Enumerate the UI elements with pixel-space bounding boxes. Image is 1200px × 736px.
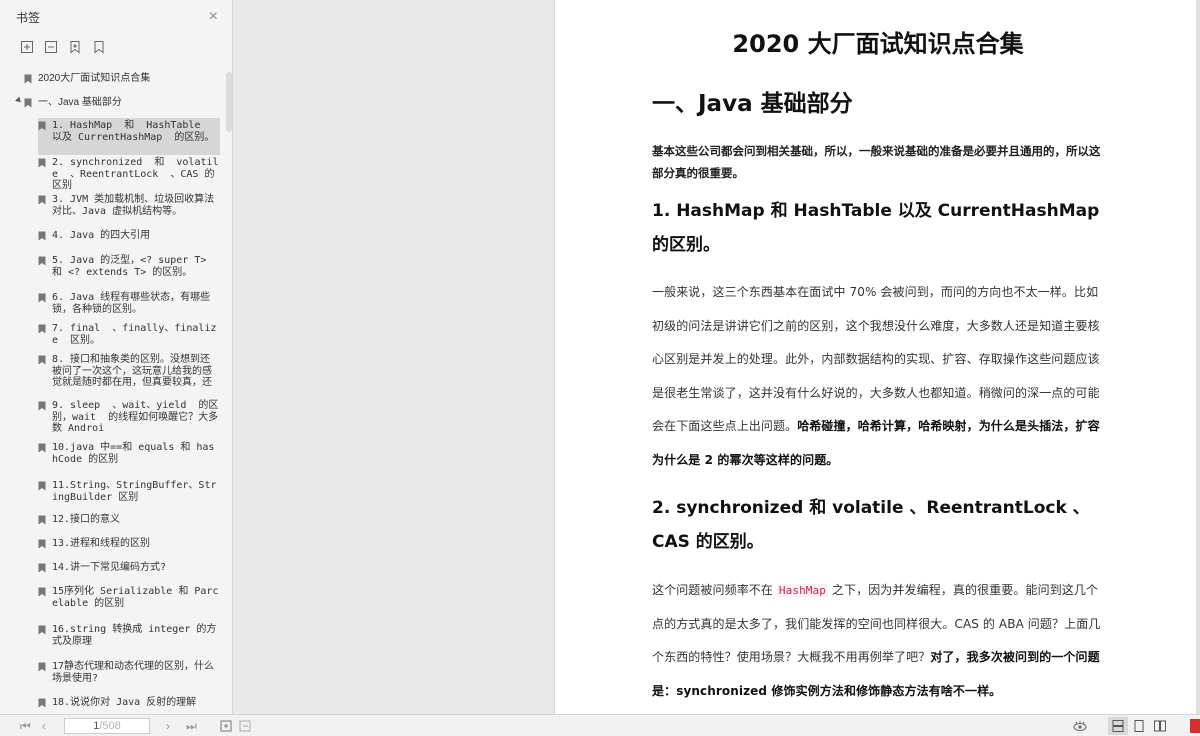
bookmark-panel: 书签 × 2020大厂面试知识点合集 一、Java 基础部分 1. HashMa… [0,0,233,714]
bookmark-icon [38,293,46,303]
continuous-view-button[interactable] [1129,717,1149,735]
collapse-icon[interactable] [44,40,58,54]
bookmark-icon [38,662,46,672]
bookmark-item-child[interactable]: 11.String、StringBuffer、StringBuilder 区别 [38,480,220,503]
bookmark-item-section[interactable]: 一、Java 基础部分 [24,97,122,109]
bookmark-icon [38,481,46,491]
section-heading: 一、Java 基础部分 [652,91,853,117]
status-bar: ⏮ ‹ 1/508 › ⏭ [0,714,1200,736]
bookmark-icon [38,401,46,411]
inline-code: HashMap [776,584,828,597]
single-page-view-button[interactable] [1108,717,1128,735]
bookmark-icon [38,324,46,334]
bookmark-item-child[interactable]: 6. Java 线程有哪些状态，有哪些锁，各种锁的区别。 [38,292,220,315]
bookmark-panel-title: 书签 [16,10,41,25]
bookmark-item-child[interactable]: 1. HashMap 和 HashTable 以及 CurrentHashMap… [38,118,220,155]
bookmark-icon [38,563,46,573]
document-page: 2020 大厂面试知识点合集 一、Java 基础部分 基本这些公司都会问到相关基… [554,0,1200,714]
bookmark-icon [38,355,46,365]
bookmark-item-child[interactable]: 5. Java 的泛型，<? super T> 和 <? extends T> … [38,255,220,278]
page-title: 2020 大厂面试知识点合集 [732,30,1024,58]
page-scrollbar[interactable] [1196,0,1200,714]
bookmark-item-child[interactable]: 9. sleep 、wait、yield 的区别，wait 的线程如何唤醒它？大… [38,400,220,435]
bookmark-item-child[interactable]: 15序列化 Serializable 和 Parcelable 的区别 [38,586,220,609]
bookmark-item-child[interactable]: 13.进程和线程的区别 [38,538,220,550]
bookmark-icon [24,74,32,84]
bookmark-icon [38,121,46,131]
bookmark-icon [38,256,46,266]
expand-icon[interactable] [20,40,34,54]
page-number-input[interactable]: 1/508 [64,718,150,734]
bookmark-item-child[interactable]: 14.讲一下常见编码方式? [38,562,220,574]
export-icon[interactable] [238,719,252,733]
bookmark-item-root[interactable]: 2020大厂面试知识点合集 [24,73,150,85]
bookmark-scrollbar[interactable] [226,72,232,132]
intro-paragraph: 基本这些公司都会问到相关基础，所以，一般来说基础的准备是必要并且通用的，所以这部… [652,144,1101,180]
question-answer-2: 这个问题被问频率不在 HashMap 之下，因为并发编程，真的很重要。能问到这几… [652,583,1101,698]
bookmark-icon [38,698,46,708]
bookmark-item-child[interactable]: 2. synchronized 和 volatile 、ReentrantLoc… [38,157,220,192]
app-logo-icon [1190,719,1200,733]
add-bookmark-icon[interactable] [68,40,82,54]
page-icon [1134,720,1144,732]
question-heading-2: 2. synchronized 和 volatile 、ReentrantLoc… [652,498,1090,552]
first-page-button[interactable]: ⏮ [20,719,31,733]
bookmark-icon[interactable] [92,40,106,54]
rotate-icon[interactable] [219,719,233,733]
bookmark-tree: 2020大厂面试知识点合集 一、Java 基础部分 1. HashMap 和 H… [0,68,226,714]
single-page-icon [1112,720,1124,732]
bookmark-icon [38,625,46,635]
question-answer-1: 一般来说，这三个东西基本在面试中 70% 会被问到，而问的方向也不太一样。比如初… [652,285,1100,467]
close-icon[interactable]: × [209,9,218,25]
bookmark-icon [38,158,46,168]
two-page-view-button[interactable] [1150,717,1170,735]
bookmark-item-child[interactable]: 16.string 转换成 integer 的方式及原理 [38,624,220,647]
bookmark-item-child[interactable]: 18.说说你对 Java 反射的理解 [38,697,220,709]
book-icon [1154,720,1166,732]
bookmark-icon [38,515,46,525]
bookmark-icon [38,587,46,597]
bookmark-icon [38,231,46,241]
last-page-button[interactable]: ⏭ [186,719,197,733]
bookmark-item-child[interactable]: 7. final 、finally、finalize 区别。 [38,323,220,346]
bookmark-icon [38,195,46,205]
bookmark-item-child[interactable]: 8. 接口和抽象类的区别。没想到还被问了一次这个，这玩意儿给我的感觉就是随时都在… [38,354,220,389]
bookmark-panel-header: 书签 × [0,0,232,34]
question-heading-1: 1. HashMap 和 HashTable 以及 CurrentHashMap… [652,201,1100,255]
bookmark-item-child[interactable]: 10.java 中==和 equals 和 hashCode 的区别 [38,442,220,465]
bookmark-icon [38,443,46,453]
next-page-button[interactable]: › [166,719,170,733]
document-background [233,0,554,714]
prev-page-button[interactable]: ‹ [42,719,46,733]
bookmark-icon [24,98,32,108]
eye-protection-icon[interactable] [1073,719,1087,733]
pdf-reader-window: 书签 × 2020大厂面试知识点合集 一、Java 基础部分 1. HashMa… [0,0,1200,736]
bookmark-item-child[interactable]: 4. Java 的四大引用 [38,230,220,242]
bookmark-icon [38,539,46,549]
bookmark-item-child[interactable]: 17静态代理和动态代理的区别，什么场景使用? [38,661,220,684]
bookmark-item-child[interactable]: 3. JVM 类加载机制、垃圾回收算法对比、Java 虚拟机结构等。 [38,194,220,217]
bookmark-toolbar [0,34,232,60]
bookmark-item-child[interactable]: 12.接口的意义 [38,514,220,526]
